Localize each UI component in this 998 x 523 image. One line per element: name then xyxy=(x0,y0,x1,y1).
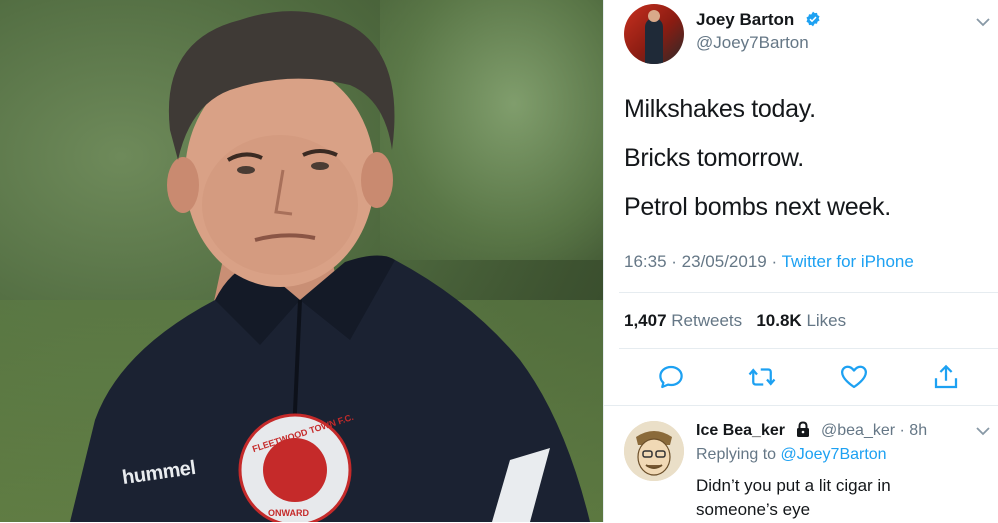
share-button[interactable] xyxy=(931,362,961,392)
reply-author-avatar[interactable] xyxy=(624,421,684,481)
player-figure xyxy=(70,11,590,522)
tweet-card: Joey Barton @Joey7Barton Milkshakes toda… xyxy=(603,0,998,522)
replying-to-link[interactable]: @Joey7Barton xyxy=(781,446,887,463)
tweet-text-line: Bricks tomorrow. xyxy=(624,144,804,172)
retweets-count: 1,407 xyxy=(624,311,667,330)
retweets-label: Retweets xyxy=(671,311,743,330)
divider xyxy=(619,292,998,293)
tweet-stats: 1,407 Retweets 10.8K Likes xyxy=(624,311,846,331)
reply-button[interactable] xyxy=(656,362,686,392)
author-avatar[interactable] xyxy=(624,4,684,64)
tweet-text-line: Petrol bombs next week. xyxy=(624,193,891,221)
reply-text: Didn’t you put a lit cigar in someone’s … xyxy=(696,476,891,519)
lock-icon xyxy=(797,421,809,437)
retweets-stat[interactable]: 1,407 Retweets xyxy=(624,311,742,330)
divider xyxy=(619,348,998,349)
replying-prefix: Replying to xyxy=(696,446,781,463)
retweet-icon xyxy=(748,368,776,386)
tweet-time[interactable]: 16:35 xyxy=(624,252,667,271)
like-icon xyxy=(841,365,867,389)
reply-author-meta: @bea_ker · 8h xyxy=(821,422,927,440)
likes-label: Likes xyxy=(806,311,847,330)
reply-tweet[interactable]: Ice Bea_ker @bea_ker · 8h Replying to @J… xyxy=(604,405,998,523)
likes-stat[interactable]: 10.8K Likes xyxy=(756,311,846,330)
tweet-text-line: Milkshakes today. xyxy=(624,95,816,123)
likes-count: 10.8K xyxy=(756,311,802,330)
author-handle[interactable]: @Joey7Barton xyxy=(696,33,809,53)
tweet-source-link[interactable]: Twitter for iPhone xyxy=(782,252,914,271)
replying-to: Replying to @Joey7Barton xyxy=(696,446,887,464)
verified-badge-icon xyxy=(806,11,820,27)
chevron-down-icon[interactable] xyxy=(976,426,990,436)
reply-icon xyxy=(659,365,683,389)
reply-age[interactable]: · 8h xyxy=(900,422,928,439)
crest-motto: ONWARD xyxy=(268,508,309,518)
tweet-timestamp: 16:35 · 23/05/2019 · Twitter for iPhone xyxy=(624,252,914,272)
share-icon xyxy=(934,364,958,389)
like-button[interactable] xyxy=(839,362,869,392)
chevron-down-icon[interactable] xyxy=(976,17,990,27)
retweet-button[interactable] xyxy=(747,362,777,392)
player-photo: hummel FLEETWOOD TOWN F.C. ONWARD xyxy=(0,0,603,522)
author-name[interactable]: Joey Barton xyxy=(696,10,794,30)
reply-author-handle[interactable]: @bea_ker xyxy=(821,422,895,439)
meta-separator: · xyxy=(666,252,682,271)
tweet-date[interactable]: 23/05/2019 xyxy=(682,252,767,271)
meta-separator: · xyxy=(766,252,782,271)
reply-author-name[interactable]: Ice Bea_ker xyxy=(696,422,785,440)
